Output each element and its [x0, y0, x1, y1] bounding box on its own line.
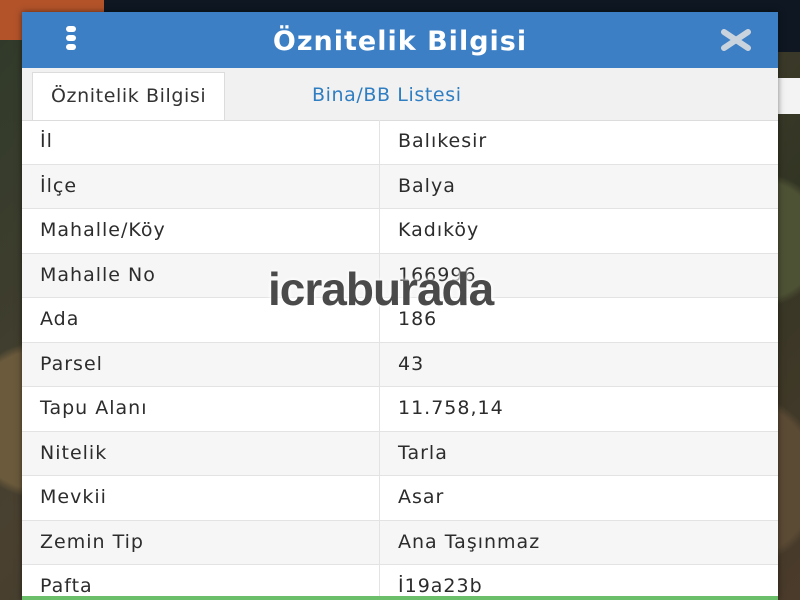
table-row: Nitelik Tarla — [22, 431, 778, 476]
tab-bar: Öznitelik Bilgisi Bina/BB Listesi — [22, 68, 778, 121]
attribute-key: İl — [22, 120, 380, 164]
attribute-key: Tapu Alanı — [22, 387, 380, 431]
table-row: Zemin Tip Ana Taşınmaz — [22, 520, 778, 565]
attribute-key: İlçe — [22, 164, 380, 208]
attribute-key: Parsel — [22, 342, 380, 386]
table-row: Tapu Alanı 11.758,14 — [22, 387, 778, 432]
attribute-key: Mahalle/Köy — [22, 209, 380, 253]
attribute-value: Kadıköy — [398, 219, 480, 241]
bottom-accent-line — [22, 596, 778, 600]
dialog-title: Öznitelik Bilgisi — [272, 26, 528, 57]
table-row: Mahalle/Köy Kadıköy — [22, 209, 778, 254]
tab-building-list[interactable]: Bina/BB Listesi — [294, 72, 480, 119]
attribute-value: Balıkesir — [398, 130, 488, 152]
attribute-table: İl Balıkesir İlçe Balya Mahalle/Köy Kadıköy Ma… — [22, 120, 778, 600]
attribute-key: Mevkii — [22, 476, 380, 520]
dialog-titlebar: Öznitelik Bilgisi — [22, 12, 778, 68]
table-row: İl Balıkesir — [22, 120, 778, 165]
attribute-value: İ19a23b — [398, 575, 483, 597]
attribute-key: Nitelik — [22, 431, 380, 475]
attribute-value: 11.758,14 — [398, 397, 504, 419]
attribute-key: Zemin Tip — [22, 520, 380, 564]
attribute-value: Tarla — [398, 441, 448, 464]
table-row: Pafta İ19a23b — [22, 565, 778, 600]
table-row: Mevkii Asar — [22, 476, 778, 521]
attribute-value: 43 — [398, 352, 425, 375]
watermark-text: icraburada — [268, 263, 494, 315]
table-row: İlçe Balya — [22, 164, 778, 209]
attribute-value: Asar — [398, 486, 445, 508]
attribute-value: Ana Taşınmaz — [398, 530, 541, 553]
table-row: Parsel 43 — [22, 342, 778, 387]
tab-attribute-info[interactable]: Öznitelik Bilgisi — [32, 72, 226, 120]
attribute-key: Pafta — [22, 565, 380, 600]
attribute-value: Balya — [398, 174, 456, 197]
close-icon[interactable] — [718, 28, 754, 52]
